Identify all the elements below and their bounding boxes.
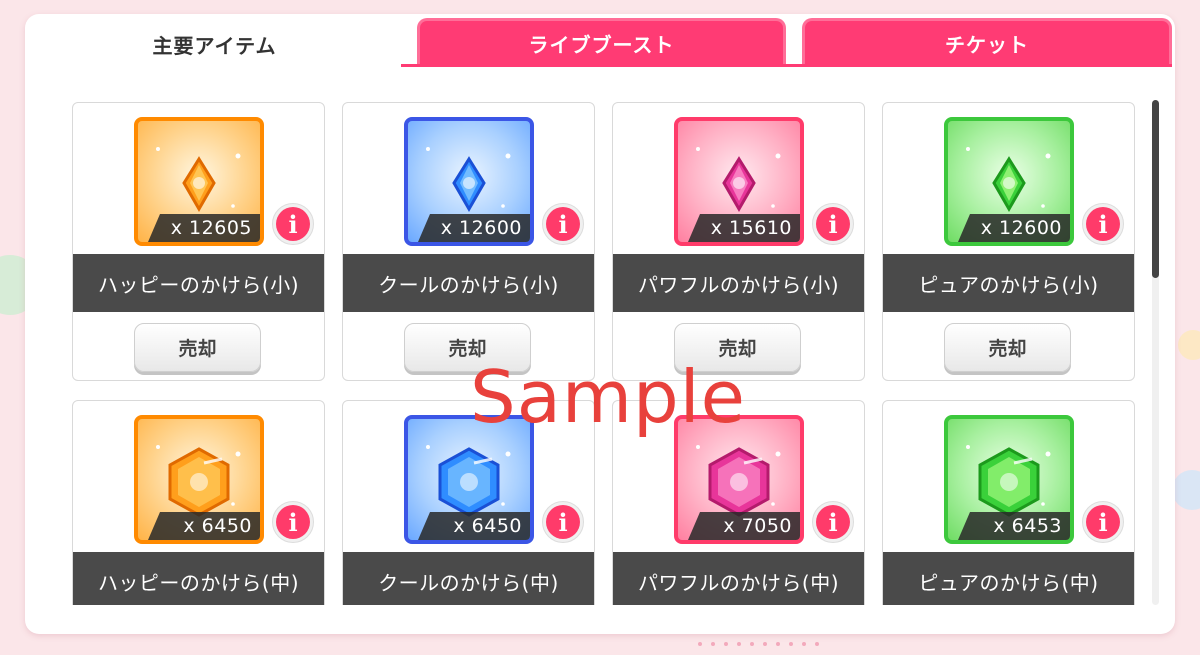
sample-watermark: Sample [470,355,746,439]
item-grid[interactable]: x 12605 i ハッピーのかけら(小) 売却 x 12600 i クールのかけら(小) 売… [72,102,1137,605]
info-button[interactable]: i [272,203,314,245]
info-button[interactable]: i [812,203,854,245]
item-icon-frame[interactable]: x 12600 [944,117,1074,246]
item-card[interactable]: x 6450 i ハッピーのかけら(中) [72,400,325,605]
item-quantity: x 15610 [688,214,800,242]
tab-label: 主要アイテム [152,33,277,58]
item-quantity: x 12600 [418,214,530,242]
info-button[interactable]: i [542,203,584,245]
item-name: ピュアのかけら(中) [883,552,1134,605]
item-quantity: x 6453 [958,512,1070,540]
item-quantity: x 12605 [148,214,260,242]
sell-button[interactable]: 売却 [134,323,261,372]
tab-main-items[interactable]: 主要アイテム [28,18,401,70]
item-name: クールのかけら(中) [343,552,594,605]
item-card[interactable]: x 12605 i ハッピーのかけら(小) 売却 [72,102,325,381]
info-icon: i [276,505,310,539]
info-button[interactable]: i [812,501,854,543]
item-name: ハッピーのかけら(小) [73,254,324,312]
tab-label: チケット [945,33,1029,57]
tab-live-boost[interactable]: ライブブースト [417,18,786,66]
info-icon: i [1086,207,1120,241]
background-decoration [1178,330,1200,360]
item-card[interactable]: x 15610 i パワフルのかけら(小) 売却 [612,102,865,381]
tab-label: ライブブースト [528,33,675,57]
info-button[interactable]: i [272,501,314,543]
item-card[interactable]: x 6453 i ピュアのかけら(中) [882,400,1135,605]
scrollbar-thumb[interactable] [1152,100,1159,278]
item-quantity: x 12600 [958,214,1070,242]
item-name: ピュアのかけら(小) [883,254,1134,312]
info-icon: i [546,505,580,539]
info-icon: i [816,207,850,241]
item-name: パワフルのかけら(中) [613,552,864,605]
item-card[interactable]: x 12600 i ピュアのかけら(小) 売却 [882,102,1135,381]
info-icon: i [546,207,580,241]
item-quantity: x 6450 [148,512,260,540]
item-name: パワフルのかけら(小) [613,254,864,312]
info-icon: i [276,207,310,241]
item-card[interactable]: x 12600 i クールのかけら(小) 売却 [342,102,595,381]
sell-button[interactable]: 売却 [944,323,1071,372]
background-decoration [1172,470,1200,510]
item-icon-frame[interactable]: x 6450 [134,415,264,544]
info-button[interactable]: i [542,501,584,543]
item-name: クールのかけら(小) [343,254,594,312]
tab-underline [401,64,1172,67]
item-icon-frame[interactable]: x 15610 [674,117,804,246]
info-icon: i [1086,505,1120,539]
item-icon-frame[interactable]: x 12605 [134,117,264,246]
info-icon: i [816,505,850,539]
item-name: ハッピーのかけら(中) [73,552,324,605]
tab-tickets[interactable]: チケット [802,18,1172,66]
item-quantity: x 6450 [418,512,530,540]
info-button[interactable]: i [1082,203,1124,245]
item-quantity: x 7050 [688,512,800,540]
info-button[interactable]: i [1082,501,1124,543]
item-icon-frame[interactable]: x 12600 [404,117,534,246]
item-icon-frame[interactable]: x 6453 [944,415,1074,544]
page-dots [698,642,819,646]
